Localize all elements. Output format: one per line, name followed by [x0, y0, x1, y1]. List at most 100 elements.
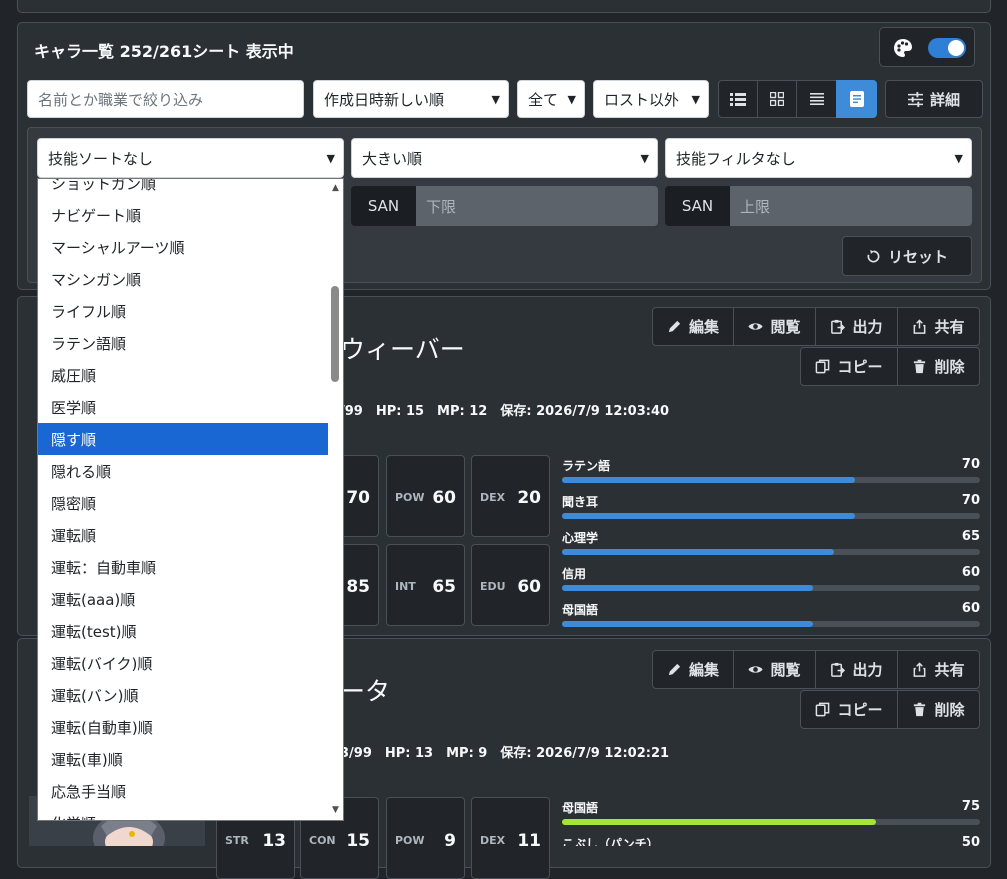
dropdown-option[interactable]: 応急手当順: [38, 775, 328, 807]
view-button[interactable]: 閲覧: [733, 650, 816, 689]
skill-bar-fill: [562, 549, 834, 555]
export-button[interactable]: 出力: [815, 307, 898, 346]
scroll-thumb[interactable]: [331, 286, 339, 382]
dropdown-option[interactable]: マーシャルアーツ順: [38, 231, 328, 263]
skill-bar-track: [562, 585, 980, 591]
skill-name: こぶし（パンチ）: [562, 837, 659, 846]
copy-button[interactable]: コピー: [800, 690, 898, 729]
stat-box: DEX 11: [471, 797, 550, 879]
dropdown-option[interactable]: 医学順: [38, 391, 328, 423]
copy-label: コピー: [837, 358, 883, 376]
skill-bar-fill: [562, 819, 876, 825]
chevron-down-icon: ▼: [640, 151, 649, 165]
edit-button[interactable]: 編集: [652, 650, 734, 689]
share-icon: [914, 319, 926, 334]
skill-bar-track: [562, 621, 980, 627]
dropdown-scrollbar[interactable]: ▲ ▼: [329, 179, 343, 820]
theme-switch[interactable]: [928, 38, 966, 58]
view-list-button[interactable]: [718, 80, 758, 118]
filter-lost-select[interactable]: ロスト以外 ▼: [593, 80, 709, 118]
dropdown-option[interactable]: 運転(aaa)順: [38, 583, 328, 615]
delete-button[interactable]: 削除: [897, 690, 980, 729]
theme-toggle-group[interactable]: [879, 27, 975, 67]
stat-value: 9: [444, 831, 456, 851]
copy-button[interactable]: コピー: [800, 347, 898, 386]
skill-filter-value: 技能フィルタなし: [676, 149, 796, 168]
share-label: 共有: [934, 661, 965, 679]
scroll-up-arrow[interactable]: ▲: [332, 183, 339, 193]
copy-label: コピー: [837, 701, 883, 719]
filter-lost-value: ロスト以外: [604, 90, 680, 109]
view-button[interactable]: 閲覧: [733, 307, 816, 346]
dropdown-option[interactable]: ナビゲート順: [38, 199, 328, 231]
dropdown-option[interactable]: 威圧順: [38, 359, 328, 391]
view-grid-button[interactable]: [757, 80, 797, 118]
dropdown-option[interactable]: 隠す順: [38, 423, 328, 455]
export-button[interactable]: 出力: [815, 650, 898, 689]
skill-name: 母国語: [562, 801, 599, 815]
filter-all-value: 全て: [528, 90, 559, 109]
dropdown-option[interactable]: 隠れる順: [38, 455, 328, 487]
dropdown-option[interactable]: 化学順: [38, 807, 328, 821]
delete-label: 削除: [934, 358, 965, 376]
character-info: 3/99 HP: 13 MP: 9 保存: 2026/7/9 12:02:21: [340, 746, 670, 761]
san-min-input[interactable]: 下限: [416, 186, 658, 226]
stat-box: POW 9: [386, 797, 465, 879]
skill-name: 聞き耳: [562, 495, 599, 509]
dropdown-option[interactable]: 運転：自動車順: [38, 551, 328, 583]
stat-label: DEX: [480, 834, 506, 847]
edit-button[interactable]: 編集: [652, 307, 734, 346]
scroll-down-arrow[interactable]: ▼: [332, 805, 339, 815]
detail-toggle-button[interactable]: 詳細: [885, 80, 983, 118]
edit-label: 編集: [688, 318, 719, 336]
skill-bar-track: [562, 819, 980, 825]
skill-name: ラテン語: [562, 459, 611, 473]
stat-label: POW: [395, 491, 425, 504]
stat-box: INT 65: [386, 544, 465, 626]
skill-sort-select[interactable]: 技能ソートなし ▼: [37, 138, 344, 178]
search-input[interactable]: 名前とか職業で絞り込み: [27, 80, 304, 118]
skill-value: 70: [961, 457, 980, 472]
san-max-input[interactable]: 上限: [730, 186, 972, 226]
stat-box: EDU 60: [471, 544, 550, 626]
detail-label: 詳細: [929, 90, 960, 109]
delete-button[interactable]: 削除: [897, 347, 980, 386]
skill-sort-dropdown[interactable]: ショットガン順 ナビゲート順 マーシャルアーツ順 マシンガン順 ライフル順 ラテン語順 威圧…: [37, 178, 344, 821]
dropdown-option[interactable]: 運転(バイク)順: [38, 647, 328, 679]
reset-button[interactable]: リセット: [842, 236, 972, 276]
dropdown-option[interactable]: ショットガン順: [38, 179, 328, 199]
skill-name: 心理学: [562, 531, 599, 545]
skill-bar-track: [562, 477, 980, 483]
trash-icon: [914, 359, 926, 374]
dropdown-option[interactable]: 隠密順: [38, 487, 328, 519]
dropdown-option[interactable]: 運転(バン)順: [38, 679, 328, 711]
share-button[interactable]: 共有: [897, 650, 980, 689]
character-name: ータ: [340, 677, 391, 706]
skill-filter-select[interactable]: 技能フィルタなし ▼: [665, 138, 972, 178]
page-title: キャラ一覧 252/261シート 表示中: [34, 42, 294, 61]
pencil-icon: [668, 320, 681, 333]
filter-all-select[interactable]: 全て ▼: [517, 80, 585, 118]
top-panel-edge: [17, 0, 991, 13]
view-detail-button[interactable]: [836, 80, 877, 118]
stat-label: INT: [395, 580, 416, 593]
view-compact-button[interactable]: [796, 80, 837, 118]
dropdown-option[interactable]: 運転(test)順: [38, 615, 328, 647]
skill-bar-fill: [562, 585, 813, 591]
dropdown-option[interactable]: マシンガン順: [38, 263, 328, 295]
dropdown-option[interactable]: ラテン語順: [38, 327, 328, 359]
chevron-down-icon: ▼: [567, 92, 576, 106]
san-max-label: SAN: [665, 186, 730, 226]
dropdown-option[interactable]: 運転順: [38, 519, 328, 551]
share-button[interactable]: 共有: [897, 307, 980, 346]
dropdown-option[interactable]: ライフル順: [38, 295, 328, 327]
skill-list: ラテン語 70 聞き耳 70 心理学 65 信用 60 母国語 60: [562, 457, 980, 632]
export-label: 出力: [852, 318, 883, 336]
size-order-select[interactable]: 大きい順 ▼: [351, 138, 658, 178]
chevron-down-icon: ▼: [954, 151, 963, 165]
sort-order-select[interactable]: 作成日時新しい順 ▼: [313, 80, 509, 118]
eye-icon: [748, 323, 764, 330]
skill-value: 65: [961, 529, 980, 544]
dropdown-option[interactable]: 運転(車)順: [38, 743, 328, 775]
dropdown-option[interactable]: 運転(自動車)順: [38, 711, 328, 743]
